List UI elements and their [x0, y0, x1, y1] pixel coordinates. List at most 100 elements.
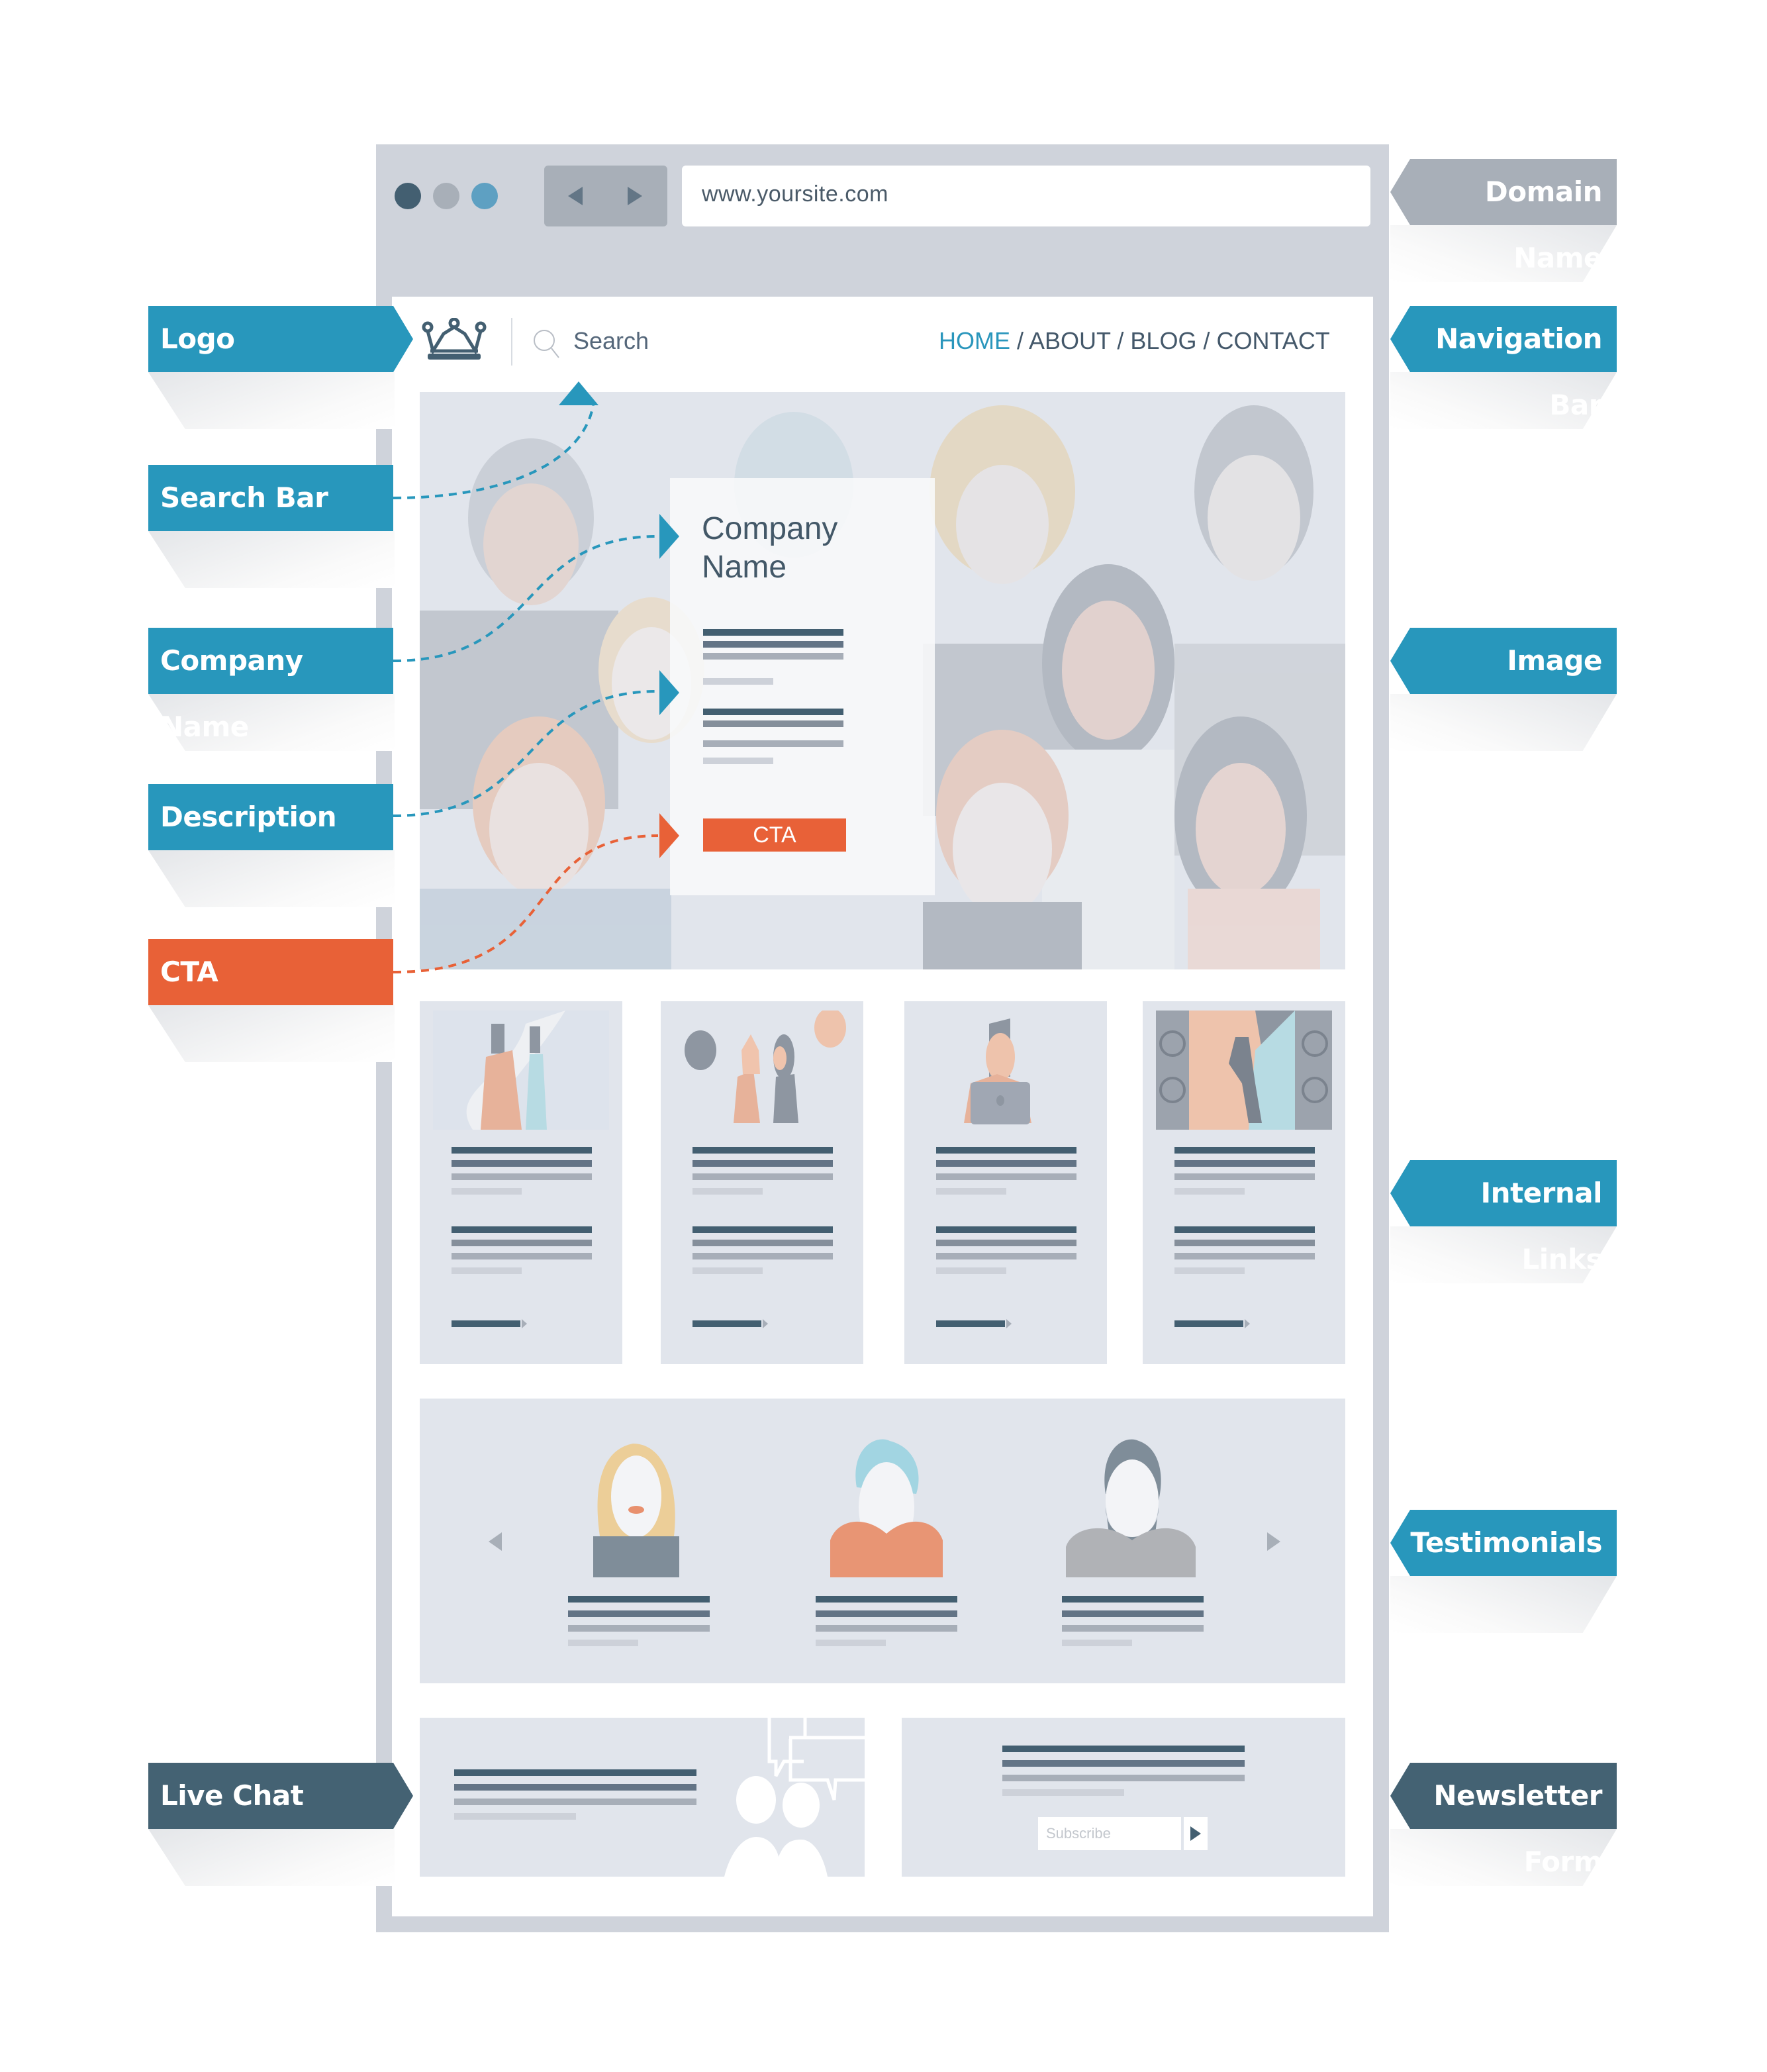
text-line: [1174, 1226, 1315, 1233]
text-line: [452, 1240, 592, 1246]
text-line: [703, 678, 773, 685]
annotation-pointer: [1390, 159, 1410, 225]
annotation-pointer: [1390, 306, 1410, 372]
read-more-link[interactable]: [1174, 1320, 1243, 1327]
avatar-blonde-woman: [593, 1444, 679, 1577]
text-line: [454, 1799, 696, 1805]
forward-icon[interactable]: [628, 187, 642, 205]
text-line: [1002, 1760, 1245, 1767]
cta-button[interactable]: CTA: [703, 818, 846, 852]
read-more-link[interactable]: [452, 1320, 520, 1327]
read-more-link[interactable]: [936, 1320, 1005, 1327]
text-line: [703, 720, 843, 727]
internal-link-card[interactable]: [1143, 1001, 1345, 1364]
company-name-line-2: Name: [702, 550, 787, 585]
internal-link-card[interactable]: [661, 1001, 863, 1364]
crown-icon[interactable]: [421, 318, 487, 362]
text-line: [692, 1147, 833, 1154]
annotation-navigation-bar: Navigation Bar: [1410, 306, 1617, 421]
text-line: [703, 653, 843, 660]
internal-link-card[interactable]: [420, 1001, 622, 1364]
pointer-arrow-cta: [659, 813, 679, 858]
chat-people-icon: [724, 1718, 865, 1877]
annotation-logo: Logo: [148, 306, 393, 372]
window-minimize-dot[interactable]: [433, 183, 459, 209]
text-line: [692, 1173, 833, 1180]
back-icon[interactable]: [568, 187, 583, 205]
pointer-arrow-company-name: [659, 514, 679, 559]
chevron-right-icon[interactable]: [1267, 1532, 1280, 1551]
text-line: [1062, 1625, 1204, 1632]
nav-contact[interactable]: CONTACT: [1216, 327, 1329, 354]
nav-separator: /: [1010, 327, 1029, 354]
annotation-pointer: [393, 306, 413, 372]
text-line: [1174, 1147, 1315, 1154]
annotation-testimonials: Testimonials: [1410, 1510, 1617, 1576]
annotation-newsletter-form: Newsletter Form: [1410, 1763, 1617, 1878]
text-line: [936, 1240, 1076, 1246]
subscribe-input[interactable]: Subscribe: [1038, 1817, 1181, 1850]
nav-separator: /: [1196, 327, 1217, 354]
text-line: [936, 1267, 1006, 1274]
search-icon[interactable]: [531, 327, 564, 360]
annotation-pointer: [1390, 1510, 1410, 1576]
search-input[interactable]: Search: [573, 327, 649, 355]
text-line: [1174, 1253, 1315, 1259]
url-text[interactable]: www.yoursite.com: [702, 181, 888, 207]
text-line: [452, 1173, 592, 1180]
text-line: [452, 1188, 522, 1195]
label-shadow: [148, 531, 395, 588]
live-chat-widget[interactable]: [420, 1718, 865, 1877]
text-line: [816, 1610, 957, 1617]
label-shadow: [148, 372, 395, 429]
read-more-link[interactable]: [692, 1320, 761, 1327]
man-with-laptop-image: [964, 1018, 1031, 1124]
text-line: [816, 1640, 886, 1646]
read-more-arrow-icon: [763, 1319, 768, 1328]
text-line: [1062, 1596, 1204, 1603]
text-line: [692, 1226, 833, 1233]
nav-blog[interactable]: BLOG: [1130, 327, 1196, 354]
nav-about[interactable]: ABOUT: [1029, 327, 1110, 354]
text-line: [452, 1160, 592, 1167]
annotation-cta: CTA: [148, 939, 393, 1005]
text-line: [1002, 1746, 1245, 1752]
text-line: [568, 1596, 710, 1603]
text-line: [452, 1253, 592, 1259]
text-line: [703, 740, 843, 747]
subscribe-button[interactable]: [1184, 1817, 1208, 1850]
text-line: [936, 1253, 1076, 1259]
text-line: [816, 1596, 957, 1603]
nav-home[interactable]: HOME: [939, 327, 1010, 354]
annotation-pointer: [1390, 628, 1410, 694]
label-shadow: [148, 850, 395, 907]
play-arrow-icon: [1190, 1826, 1201, 1841]
annotation-internal-links: Internal Links: [1410, 1160, 1617, 1275]
text-line: [1174, 1240, 1315, 1246]
text-line: [1174, 1173, 1315, 1180]
text-line: [703, 758, 773, 764]
annotation-pointer: [1390, 1160, 1410, 1226]
text-line: [454, 1769, 696, 1776]
internal-link-card[interactable]: [904, 1001, 1107, 1364]
text-line: [454, 1784, 696, 1791]
text-line: [692, 1188, 763, 1195]
pointer-arrow-description: [659, 670, 679, 715]
window-maximize-dot[interactable]: [471, 183, 498, 209]
read-more-arrow-icon: [1245, 1319, 1250, 1328]
text-line: [1062, 1640, 1132, 1646]
label-shadow: [148, 1005, 395, 1062]
text-line: [1002, 1775, 1245, 1781]
annotation-domain-name: Domain Name: [1410, 159, 1617, 274]
text-line: [703, 641, 843, 648]
window-close-dot[interactable]: [395, 183, 421, 209]
annotation-image: Image: [1410, 628, 1617, 694]
text-line: [936, 1173, 1076, 1180]
text-line: [692, 1267, 763, 1274]
chevron-left-icon[interactable]: [489, 1532, 502, 1551]
nav-separator: /: [1110, 327, 1131, 354]
text-line: [452, 1226, 592, 1233]
text-line: [1174, 1267, 1245, 1274]
read-more-arrow-icon: [522, 1319, 527, 1328]
text-line: [1174, 1160, 1315, 1167]
